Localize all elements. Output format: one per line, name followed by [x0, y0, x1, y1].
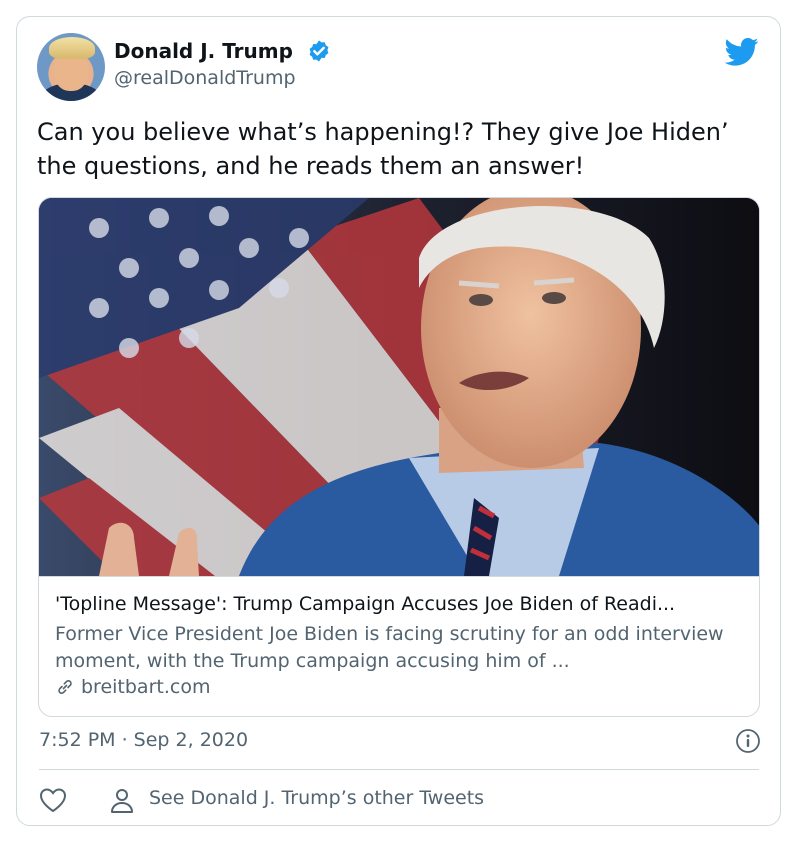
- divider: [39, 769, 759, 770]
- link-domain-text[interactable]: breitbart.com: [81, 676, 210, 698]
- link-icon: [58, 680, 72, 694]
- link-info[interactable]: 'Topline Message': Trump Campaign Accuse…: [39, 576, 759, 716]
- tweet-text: Can you believe what’s happening!? They …: [37, 118, 729, 180]
- tweet-timestamp[interactable]: 7:52 PM · Sep 2, 2020: [39, 729, 248, 751]
- link-domain[interactable]: breitbart.com: [55, 676, 210, 698]
- link-title[interactable]: 'Topline Message': Trump Campaign Accuse…: [55, 593, 755, 615]
- link-preview-card[interactable]: 'Topline Message': Trump Campaign Accuse…: [38, 197, 760, 717]
- link-description: Former Vice President Joe Biden is facin…: [55, 623, 724, 672]
- person-icon[interactable]: [109, 787, 135, 815]
- twitter-bird-icon[interactable]: [725, 37, 759, 67]
- link-preview-image[interactable]: [39, 198, 760, 576]
- tweet-card: Donald J. Trump @realDonaldTrump Can you…: [16, 16, 781, 826]
- author-handle[interactable]: @realDonaldTrump: [114, 67, 296, 89]
- heart-icon[interactable]: [39, 787, 67, 813]
- avatar[interactable]: [37, 33, 105, 101]
- info-icon[interactable]: [735, 728, 761, 754]
- verified-badge-icon: [309, 40, 329, 62]
- author-name[interactable]: Donald J. Trump: [114, 39, 293, 63]
- see-other-tweets-link[interactable]: See Donald J. Trump’s other Tweets: [149, 787, 484, 809]
